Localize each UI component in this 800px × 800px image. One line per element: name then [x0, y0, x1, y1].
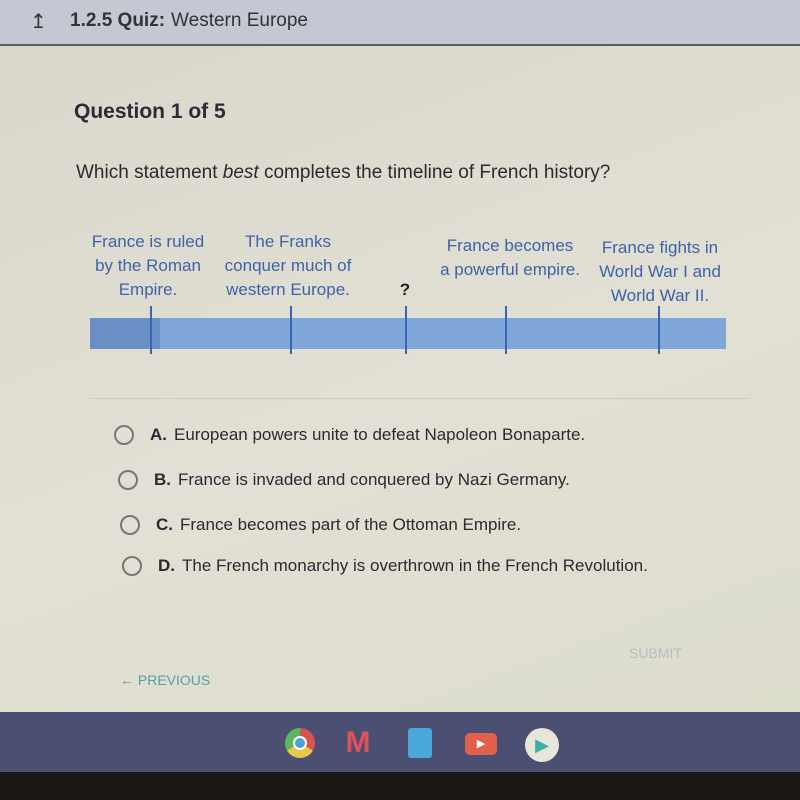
left-arrow-icon: ←: [120, 672, 138, 688]
question-prompt: Which statement best completes the timel…: [76, 162, 610, 184]
option-text: France is invaded and conquered by Nazi …: [178, 470, 570, 489]
timeline-bar: [90, 318, 726, 349]
radio-button[interactable]: [122, 556, 142, 576]
timeline-event: France is ruled by the Roman Empire.: [91, 232, 205, 299]
option-text: France becomes part of the Ottoman Empir…: [180, 515, 522, 534]
prompt-text: Which statement: [76, 162, 223, 183]
taskbar: [0, 712, 800, 772]
up-arrow-icon[interactable]: ↥: [30, 9, 47, 34]
option-text: The French monarchy is overthrown in the…: [182, 556, 648, 575]
timeline-tick: [290, 306, 292, 354]
timeline-event-unknown: ?: [399, 280, 411, 299]
divider: [90, 398, 750, 399]
option-letter: D.: [158, 556, 175, 575]
option-letter: A.: [150, 425, 167, 444]
previous-label: PREVIOUS: [137, 672, 211, 688]
radio-button[interactable]: [114, 425, 134, 445]
top-bar: ↥ 1.2.5 Quiz: Western Europe: [0, 0, 800, 46]
radio-button[interactable]: [120, 515, 140, 535]
timeline-event: France fights in World War I and World W…: [599, 238, 721, 305]
timeline-tick: [405, 306, 407, 354]
chrome-icon[interactable]: [285, 728, 315, 758]
screen-bezel: [0, 772, 800, 800]
quiz-title: 1.2.5 Quiz: Western Europe: [70, 10, 308, 32]
previous-button[interactable]: ← PREVIOUS: [120, 672, 210, 688]
timeline-event: The Franks conquer much of western Europ…: [224, 232, 352, 299]
option-a[interactable]: A. European powers unite to defeat Napole…: [114, 425, 585, 445]
option-c[interactable]: C. France becomes part of the Ottoman Emp…: [120, 515, 521, 535]
option-text: European powers unite to defeat Napoleon…: [174, 425, 586, 444]
submit-button[interactable]: SUBMIT: [629, 645, 682, 661]
prompt-text: completes the timeline of French history…: [258, 162, 611, 183]
option-letter: C.: [156, 515, 173, 534]
timeline-tick: [150, 306, 152, 354]
timeline-tick: [658, 306, 660, 354]
play-store-icon[interactable]: ▶: [525, 728, 559, 762]
option-d[interactable]: D. The French monarchy is overthrown in t…: [122, 556, 648, 576]
option-letter: B.: [154, 470, 171, 489]
radio-button[interactable]: [118, 470, 138, 490]
timeline-tick: [505, 306, 507, 354]
quiz-code: 1.2.5 Quiz:: [70, 10, 166, 31]
option-b[interactable]: B. France is invaded and conquered by Naz…: [118, 470, 570, 490]
gmail-icon[interactable]: M: [343, 728, 373, 758]
timeline-event: France becomes a powerful empire.: [440, 236, 580, 279]
docs-icon[interactable]: [408, 728, 432, 758]
youtube-icon[interactable]: ▶: [465, 733, 497, 755]
question-number: Question 1 of 5: [74, 100, 226, 123]
prompt-emphasis: best: [222, 162, 259, 183]
quiz-name: Western Europe: [171, 10, 308, 31]
